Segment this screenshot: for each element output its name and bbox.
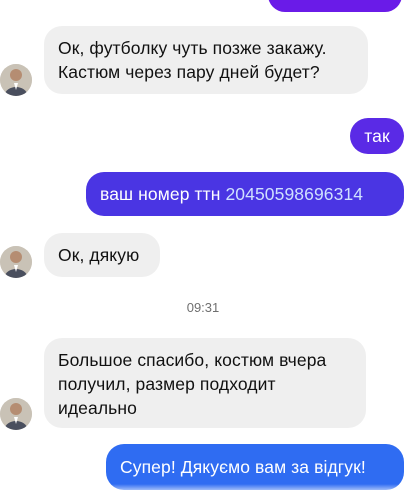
ttn-number-link[interactable]: 20450598696314 (225, 184, 363, 204)
previous-outgoing-bubble[interactable] (268, 0, 402, 12)
avatar[interactable] (0, 64, 32, 96)
bottom-fade (0, 484, 406, 494)
user-avatar-photo-icon (0, 246, 32, 278)
outgoing-message[interactable]: ваш номер ттн 20450598696314 (86, 172, 404, 216)
incoming-message[interactable]: Ок, футболку чуть позже закажу. Кастюм ч… (44, 26, 368, 94)
avatar[interactable] (0, 398, 32, 430)
user-avatar-photo-icon (0, 64, 32, 96)
avatar[interactable] (0, 246, 32, 278)
user-avatar-photo-icon (0, 398, 32, 430)
message-timestamp: 09:31 (186, 300, 220, 315)
outgoing-message[interactable]: так (350, 118, 404, 154)
incoming-message[interactable]: Ок, дякую (44, 233, 160, 277)
incoming-message[interactable]: Большое спасибо, костюм вчера получил, р… (44, 338, 366, 428)
message-text: ваш номер ттн (100, 184, 226, 204)
